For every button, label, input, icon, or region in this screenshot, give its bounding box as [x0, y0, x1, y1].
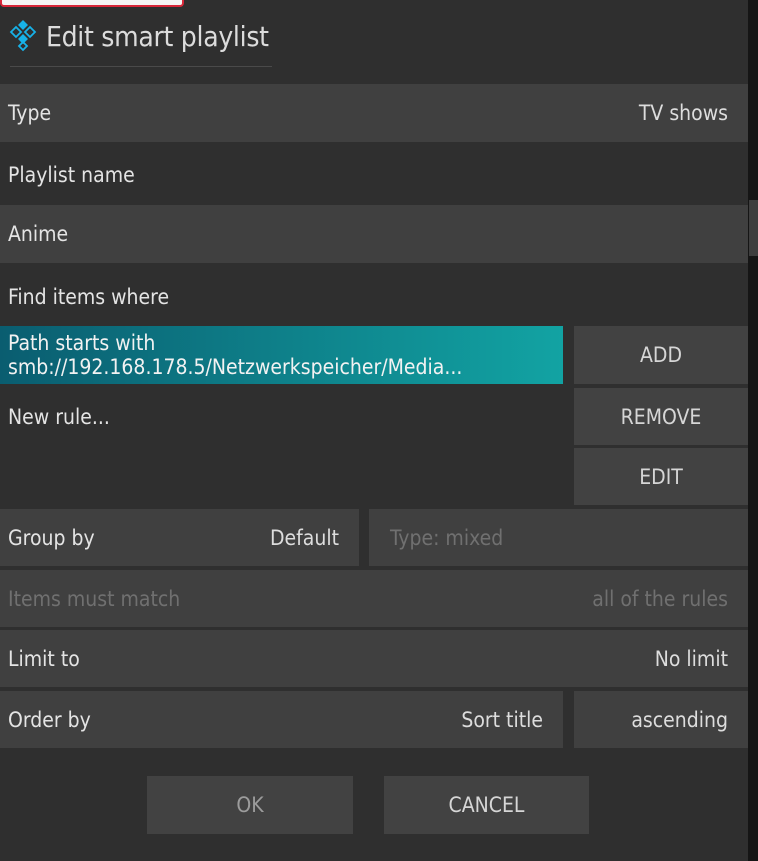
edit-smart-playlist-dialog: Edit smart playlist Type TV shows Playli…	[0, 0, 748, 861]
edit-rule-button[interactable]: EDIT	[574, 448, 748, 505]
playlist-name-input[interactable]: Anime	[0, 205, 748, 263]
top-tab-edge	[0, 0, 184, 7]
dialog-header: Edit smart playlist	[8, 16, 269, 56]
remove-rule-button[interactable]: REMOVE	[574, 388, 748, 445]
type-selector[interactable]: Type TV shows	[0, 84, 748, 142]
background-edge	[748, 0, 758, 861]
order-direction-value: ascending	[631, 707, 728, 732]
playlist-name-label: Playlist name	[8, 163, 135, 187]
find-items-label: Find items where	[8, 285, 170, 309]
order-by-selector[interactable]: Order by Sort title	[0, 691, 563, 748]
group-by-value: Default	[269, 525, 339, 550]
order-by-value: Sort title	[461, 707, 543, 732]
add-rule-button[interactable]: ADD	[574, 326, 748, 384]
items-must-match-value: all of the rules	[592, 586, 728, 611]
limit-to-label: Limit to	[8, 646, 80, 671]
kodi-logo-icon	[9, 20, 37, 52]
dialog-title: Edit smart playlist	[46, 19, 269, 53]
order-direction-toggle[interactable]: ascending	[574, 691, 748, 748]
ok-button[interactable]: OK	[147, 776, 353, 834]
type-value: TV shows	[638, 101, 728, 125]
header-divider	[10, 66, 272, 67]
items-must-match-label: Items must match	[8, 586, 181, 611]
rule-text: New rule...	[8, 405, 110, 429]
rule-list-item[interactable]: New rule...	[0, 388, 563, 446]
order-by-label: Order by	[8, 707, 91, 732]
playlist-name-value: Anime	[8, 222, 69, 246]
items-must-match-selector[interactable]: Items must match all of the rules	[0, 570, 748, 627]
group-by-label: Group by	[8, 525, 95, 550]
playlist-name-heading: Playlist name	[0, 146, 748, 204]
cancel-button[interactable]: CANCEL	[384, 776, 589, 834]
background-scrollbar[interactable]	[749, 200, 758, 256]
type-label: Type	[8, 101, 52, 125]
limit-to-selector[interactable]: Limit to No limit	[0, 630, 748, 687]
find-items-heading: Find items where	[0, 268, 748, 326]
group-type-label: Type: mixed	[390, 525, 504, 550]
rule-list-item[interactable]: Path starts with smb://192.168.178.5/Net…	[0, 326, 563, 384]
limit-to-value: No limit	[654, 646, 728, 671]
group-type-toggle[interactable]: Type: mixed	[369, 509, 748, 566]
group-by-selector[interactable]: Group by Default	[0, 509, 359, 566]
rule-text: Path starts with smb://192.168.178.5/Net…	[8, 331, 463, 379]
